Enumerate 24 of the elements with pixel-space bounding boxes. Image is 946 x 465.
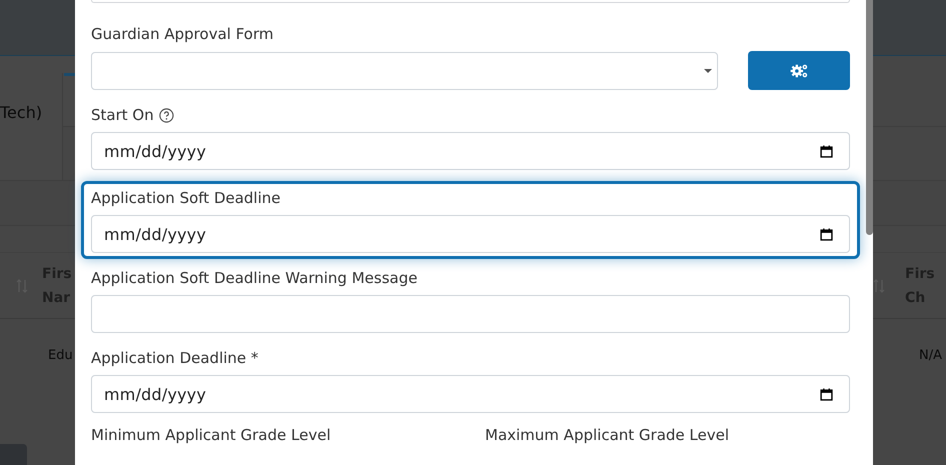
field-label: Minimum Applicant Grade Level xyxy=(91,426,332,444)
table-cell: Edu xyxy=(48,348,73,362)
caret-icon xyxy=(704,68,712,72)
date-field[interactable]: mm/dd/yyyy xyxy=(91,132,850,170)
calendar-icon[interactable] xyxy=(820,144,833,158)
help-icon[interactable] xyxy=(158,108,174,122)
settings-button[interactable] xyxy=(748,51,850,90)
input-field[interactable] xyxy=(91,0,850,3)
field-label: Maximum Applicant Grade Level xyxy=(485,426,730,444)
gears-icon xyxy=(788,62,810,78)
select-field[interactable] xyxy=(91,52,718,90)
field-label: Guardian Approval Form xyxy=(91,25,274,43)
date-field[interactable]: mm/dd/yyyy xyxy=(91,215,850,253)
table-cell: N/A xyxy=(919,348,942,362)
field-label: Application Soft Deadline Warning Message xyxy=(91,269,418,287)
calendar-icon[interactable] xyxy=(820,228,833,240)
field-label: Application Deadline * xyxy=(91,349,258,367)
calendar-icon[interactable] xyxy=(820,388,833,400)
field-label: Application Soft Deadline xyxy=(91,189,281,207)
sort-icon[interactable] xyxy=(873,278,885,294)
date-field[interactable]: mm/dd/yyyy xyxy=(91,375,850,413)
input-field[interactable] xyxy=(91,295,850,333)
field-label: Start On xyxy=(91,106,154,124)
scrollbar-thumb[interactable] xyxy=(866,0,873,235)
